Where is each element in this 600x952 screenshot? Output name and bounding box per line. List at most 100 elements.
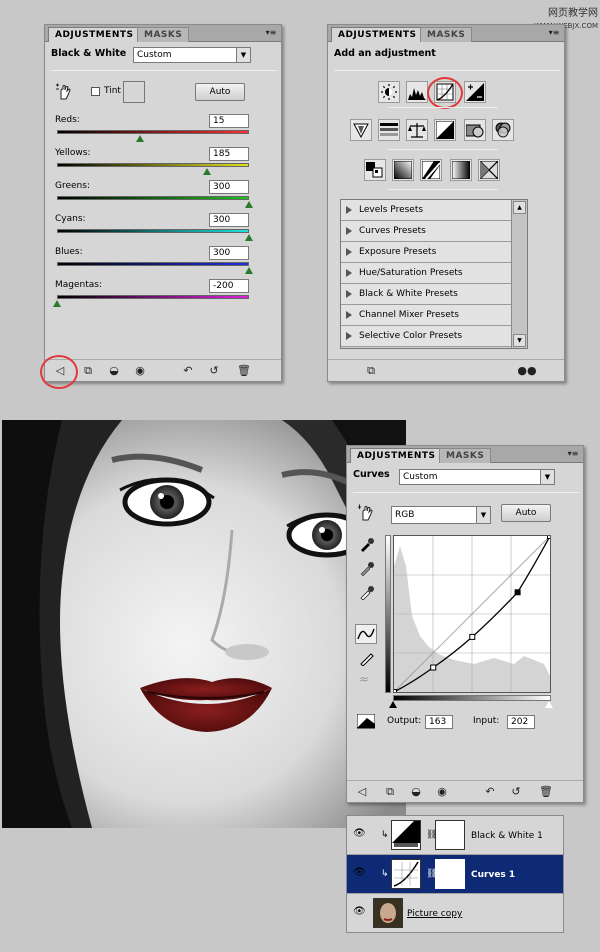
layer-row-curves[interactable]: 👁 ↳ ⛓ Curves 1 [347, 855, 563, 894]
list-item[interactable]: Hue/Saturation Presets [341, 263, 511, 284]
slider-value-input[interactable]: 15 [209, 114, 249, 128]
presets-scrollbar[interactable]: ▲ ▼ [511, 200, 527, 348]
reset-icon[interactable]: ↺ [207, 364, 221, 378]
trash-icon[interactable]: 🗑 [237, 364, 251, 378]
panel-tabbar: ADJUSTMENTS MASKS ▾≡ [328, 25, 564, 42]
selective-color-icon[interactable] [478, 159, 500, 181]
tab-masks[interactable]: MASKS [137, 27, 190, 42]
black-point-slider[interactable] [389, 701, 397, 708]
auto-button[interactable]: Auto [195, 83, 245, 101]
slider-track[interactable] [57, 262, 249, 266]
panel-menu-icon[interactable]: ▾≡ [265, 28, 277, 38]
slider-value-input[interactable]: -200 [209, 279, 249, 293]
slider-thumb[interactable] [245, 201, 253, 208]
curve-point[interactable] [514, 589, 521, 596]
reset-icon[interactable]: ↺ [509, 785, 523, 799]
list-item[interactable]: Exposure Presets [341, 242, 511, 263]
black-white-icon[interactable] [434, 119, 456, 141]
expanded-view-icon[interactable]: ⧉ [81, 364, 95, 378]
layer-row-bw[interactable]: 👁 ↳ ⛓ Black & White 1 [347, 816, 563, 855]
visibility-eye-icon[interactable]: 👁 [353, 907, 366, 917]
curve-point[interactable] [547, 533, 553, 539]
auto-button[interactable]: Auto [501, 504, 551, 522]
tab-adjustments[interactable]: ADJUSTMENTS [48, 27, 141, 42]
slider-thumb[interactable] [245, 234, 253, 241]
mask-thumbnail[interactable] [435, 820, 465, 850]
curve-point[interactable] [430, 664, 437, 671]
preset-select[interactable]: Custom ▼ [399, 469, 555, 485]
slider-track[interactable] [57, 229, 249, 233]
hue-saturation-icon[interactable] [378, 119, 400, 141]
clipping-warning-icon[interactable] [356, 713, 376, 730]
vibrance-icon[interactable] [350, 119, 372, 141]
input-input[interactable]: 202 [507, 715, 535, 729]
slider-value-input[interactable]: 300 [209, 246, 249, 260]
list-item[interactable]: Black & White Presets [341, 284, 511, 305]
visibility-eye-icon[interactable]: 👁 [353, 868, 366, 878]
visibility-eye-icon[interactable]: ◉ [435, 785, 449, 799]
exposure-icon[interactable] [464, 81, 486, 103]
tint-color-swatch[interactable] [123, 81, 145, 103]
slider-value-input[interactable]: 300 [209, 213, 249, 227]
layer-row-picture[interactable]: 👁 Picture copy [347, 894, 563, 933]
preset-select[interactable]: Custom ▼ [133, 47, 251, 63]
list-item[interactable]: Selective Color Presets [341, 326, 511, 347]
invert-icon[interactable] [364, 159, 386, 181]
gradient-map-icon[interactable] [450, 159, 472, 181]
tint-checkbox[interactable] [91, 87, 100, 96]
scroll-up-icon[interactable]: ▲ [513, 201, 526, 214]
pencil-icon[interactable] [359, 650, 375, 667]
expanded-view-icon[interactable]: ⧉ [383, 785, 397, 799]
scroll-down-icon[interactable]: ▼ [513, 334, 526, 347]
slider-thumb[interactable] [53, 300, 61, 307]
visibility-eye-icon[interactable]: 👁 [353, 829, 366, 839]
tab-masks[interactable]: MASKS [420, 27, 473, 42]
visibility-eye-icon[interactable]: ◉ [133, 364, 147, 378]
panel-menu-icon[interactable]: ▾≡ [548, 28, 560, 38]
curve-point[interactable] [469, 633, 476, 640]
clip-icon[interactable]: ●● [516, 364, 538, 378]
clip-to-layer-icon[interactable]: ◒ [107, 364, 121, 378]
color-balance-icon[interactable] [406, 119, 428, 141]
tab-adjustments[interactable]: ADJUSTMENTS [331, 27, 424, 42]
output-input[interactable]: 163 [425, 715, 453, 729]
trash-icon[interactable]: 🗑 [539, 785, 553, 799]
eyedropper-gray-icon[interactable] [359, 560, 375, 577]
threshold-icon[interactable] [420, 159, 442, 181]
photo-filter-icon[interactable] [464, 119, 486, 141]
eyedropper-black-icon[interactable] [359, 536, 375, 552]
view-previous-icon[interactable]: ↶ [483, 785, 497, 799]
posterize-icon[interactable] [392, 159, 414, 181]
tab-adjustments[interactable]: ADJUSTMENTS [350, 448, 443, 463]
levels-icon[interactable] [406, 81, 428, 103]
list-item[interactable]: Levels Presets [341, 200, 511, 221]
expanded-view-icon[interactable]: ⧉ [364, 364, 378, 378]
back-arrow-icon[interactable]: ◁ [355, 785, 369, 799]
slider-track[interactable] [57, 295, 249, 299]
slider-track[interactable] [57, 163, 249, 167]
targeted-adjustment-hand-icon[interactable] [357, 504, 375, 522]
mask-thumbnail[interactable] [435, 859, 465, 889]
slider-track[interactable] [57, 130, 249, 134]
view-previous-icon[interactable]: ↶ [181, 364, 195, 378]
slider-value-input[interactable]: 185 [209, 147, 249, 161]
targeted-adjustment-hand-icon[interactable] [55, 83, 73, 101]
channel-mixer-icon[interactable] [492, 119, 514, 141]
clip-to-layer-icon[interactable]: ◒ [409, 785, 423, 799]
tab-masks[interactable]: MASKS [439, 448, 492, 463]
curve-point[interactable] [391, 689, 397, 695]
curves-graph[interactable] [391, 533, 553, 695]
brightness-contrast-icon[interactable] [378, 81, 400, 103]
slider-track[interactable] [57, 196, 249, 200]
panel-menu-icon[interactable]: ▾≡ [567, 449, 579, 459]
slider-thumb[interactable] [245, 267, 253, 274]
slider-thumb[interactable] [203, 168, 211, 175]
slider-value-input[interactable]: 300 [209, 180, 249, 194]
white-point-slider[interactable] [545, 701, 553, 708]
list-item[interactable]: Channel Mixer Presets [341, 305, 511, 326]
eyedropper-white-icon[interactable] [359, 584, 375, 601]
slider-thumb[interactable] [136, 135, 144, 142]
curve-point-tool-icon[interactable] [355, 624, 377, 644]
channel-select[interactable]: RGB ▼ [391, 506, 491, 524]
list-item[interactable]: Curves Presets [341, 221, 511, 242]
